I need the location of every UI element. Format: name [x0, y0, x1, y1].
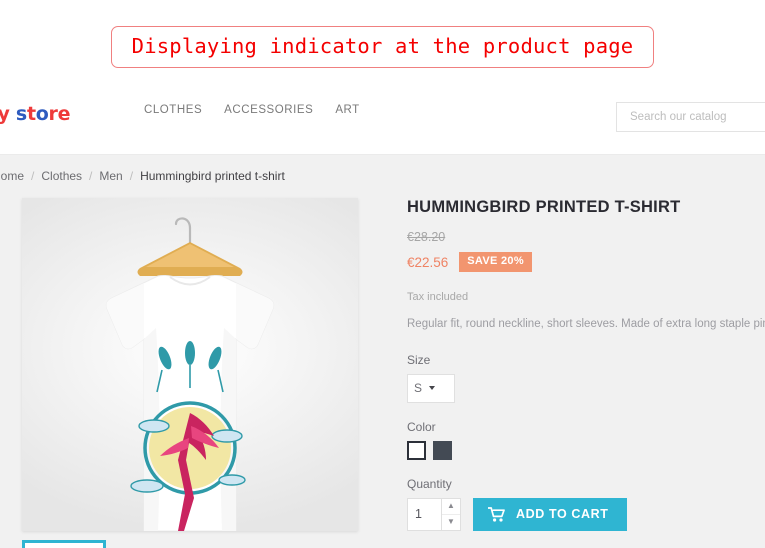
breadcrumb: Home / Clothes / Men / Hummingbird print… [0, 169, 291, 183]
size-selected-value: S [414, 381, 423, 396]
chevron-down-icon [429, 386, 436, 391]
product-image[interactable] [22, 198, 358, 531]
price-regular: €28.20 [407, 230, 446, 245]
gallery-thumbnails [22, 540, 106, 548]
quantity-group: Quantity ▲ ▼ [407, 477, 765, 531]
quantity-input[interactable] [408, 498, 441, 530]
add-to-cart-label: ADD TO CART [516, 507, 609, 522]
main-navigation: CLOTHES ACCESSORIES ART [144, 104, 360, 116]
color-swatch-white[interactable] [407, 440, 426, 460]
color-label: Color [407, 419, 436, 434]
tax-note: Tax included [407, 291, 469, 304]
page-content: Home / Clothes / Men / Hummingbird print… [0, 155, 765, 548]
site-header: my store CLOTHES ACCESSORIES ART [0, 86, 765, 155]
search-box[interactable] [616, 102, 765, 132]
gallery-thumbnail-active[interactable] [22, 540, 106, 548]
product-info: HUMMINGBIRD PRINTED T-SHIRT €28.20 €22.5… [407, 198, 765, 548]
quantity-label: Quantity [407, 476, 452, 491]
annotation-text: Displaying indicator at the product page [131, 33, 634, 58]
product-title: HUMMINGBIRD PRINTED T-SHIRT [407, 198, 681, 216]
annotation-banner: Displaying indicator at the product page [0, 0, 765, 94]
discount-badge: SAVE 20% [459, 252, 532, 273]
quantity-increment-button[interactable]: ▲ [442, 499, 460, 515]
site-logo[interactable]: my store [0, 103, 70, 125]
breadcrumb-item-home[interactable]: Home [0, 169, 30, 183]
product-gallery[interactable] [22, 198, 358, 531]
breadcrumb-item-men[interactable]: Men [93, 169, 128, 183]
tshirt-illustration [105, 217, 275, 531]
nav-item-accessories[interactable]: ACCESSORIES [224, 104, 313, 116]
breadcrumb-item-current: Hummingbird printed t-shirt [140, 169, 285, 183]
breadcrumb-item-clothes[interactable]: Clothes [35, 169, 88, 183]
annotation-box: Displaying indicator at the product page [110, 25, 655, 69]
quantity-stepper[interactable]: ▲ ▼ [407, 497, 461, 531]
search-input[interactable] [628, 110, 765, 124]
quantity-row: ▲ ▼ ADD TO CART [407, 497, 765, 531]
product-page: Displaying indicator at the product page… [0, 0, 765, 548]
price-current: €22.56 [407, 254, 449, 270]
add-to-cart-button[interactable]: ADD TO CART [473, 497, 628, 531]
shopping-cart-icon [488, 506, 505, 522]
size-group: Size S [407, 353, 765, 403]
quantity-arrows: ▲ ▼ [441, 498, 460, 530]
nav-item-art[interactable]: ART [335, 104, 359, 116]
color-group: Color [407, 420, 765, 460]
color-swatch-black[interactable] [433, 440, 452, 460]
product-description: Regular fit, round neckline, short sleev… [407, 318, 765, 331]
size-label: Size [407, 352, 431, 367]
color-swatches [407, 440, 765, 460]
nav-item-clothes[interactable]: CLOTHES [144, 104, 202, 116]
quantity-decrement-button[interactable]: ▼ [442, 515, 460, 530]
price-row: €22.56 SAVE 20% [407, 252, 765, 273]
size-select[interactable]: S [407, 373, 455, 403]
